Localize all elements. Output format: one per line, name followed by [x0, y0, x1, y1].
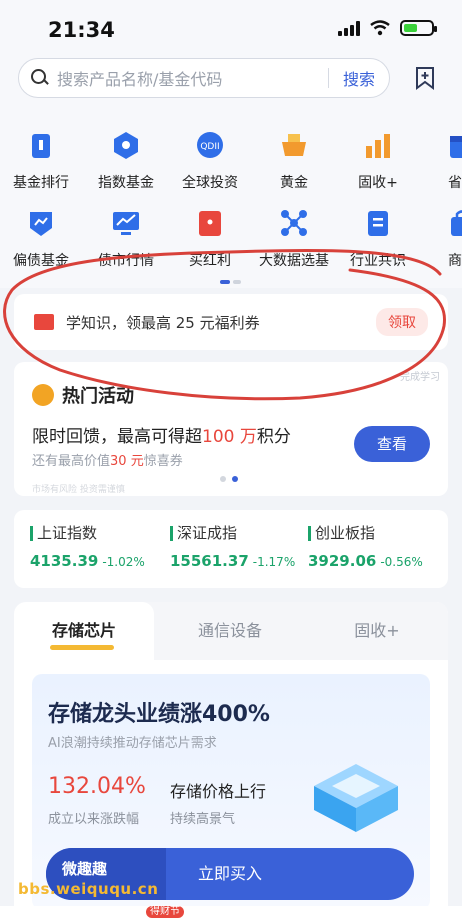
- index-name: 创业板指: [308, 526, 423, 541]
- search-row: 搜索产品名称/基金代码 搜索: [0, 58, 462, 112]
- index-value: 15561.37: [170, 552, 249, 570]
- fund-return-rate: 132.04%: [48, 774, 146, 799]
- menu-item-label: 债市行情: [98, 253, 154, 269]
- fund-feature: 存储价格上行: [170, 782, 267, 801]
- qdii-icon: QDII: [197, 132, 223, 158]
- chip-illustration-icon: [314, 764, 398, 832]
- menu-item-label: 全球投资: [182, 175, 238, 191]
- learn-coupon-banner[interactable]: 学知识，领最高 25 元福利券 领取: [14, 294, 448, 350]
- status-bar: 21:34: [0, 0, 462, 58]
- gold-icon: [282, 134, 306, 156]
- status-time: 21:34: [48, 18, 115, 42]
- fund-title: 存储龙头业绩涨400%: [48, 702, 270, 727]
- menu-item-label: 行业共识: [350, 253, 406, 269]
- menu-item-qdii[interactable]: QDII 全球投资: [170, 130, 250, 192]
- theme-tabs: 存储芯片 通信设备 固收+: [14, 602, 448, 660]
- index-value: 4135.39: [30, 552, 99, 570]
- dividend-icon: [199, 211, 221, 236]
- index-item[interactable]: 上证指数 4135.39 -1.02%: [30, 526, 145, 570]
- menu-item-bond-market[interactable]: 债市行情: [86, 208, 166, 270]
- ranking-icon: [32, 134, 50, 158]
- index-fund-icon: [114, 132, 138, 159]
- index-change: -1.17%: [252, 555, 296, 569]
- menu-item-gold[interactable]: 黄金: [254, 130, 334, 192]
- view-button[interactable]: 查看: [354, 426, 430, 462]
- big-data-icon: [281, 210, 307, 236]
- bottom-nav: [0, 906, 462, 920]
- svg-text:QDII: QDII: [200, 142, 219, 152]
- menu-item-bag[interactable]: 商品: [422, 208, 462, 270]
- search-placeholder: 搜索产品名称/基金代码: [57, 70, 223, 89]
- menu-item-ranking[interactable]: 基金排行: [1, 130, 81, 192]
- menu-item-label: 黄金: [280, 175, 308, 191]
- signal-icon: [338, 20, 360, 36]
- nav-festival-tag: 得财节: [146, 906, 184, 918]
- menu-item-fixed-income[interactable]: 固收+: [338, 130, 418, 192]
- fund-subtitle: AI浪潮持续推动存储芯片需求: [48, 736, 217, 751]
- menu-item-label: 大数据选基: [259, 253, 329, 269]
- search-icon: [31, 69, 49, 87]
- fund-feature-sub: 持续高景气: [170, 812, 236, 827]
- bag-icon: [451, 210, 462, 236]
- watermark-title: 微趣趣: [62, 860, 108, 878]
- activity-subline: 还有最高价值30 元惊喜券: [32, 454, 183, 469]
- index-change: -0.56%: [380, 555, 423, 569]
- menu-item-label: 固收+: [358, 175, 398, 191]
- tab-storage-chips[interactable]: 存储芯片: [14, 602, 154, 660]
- menu-item-label: 基金排行: [13, 175, 69, 191]
- bond-fund-icon: [30, 212, 52, 236]
- search-button[interactable]: 搜索: [329, 66, 389, 90]
- menu-item-label: 商品: [448, 253, 462, 269]
- index-name: 上证指数: [30, 526, 145, 541]
- index-name: 深证成指: [170, 526, 295, 541]
- menu-item-label: 买红利: [189, 253, 231, 269]
- buy-now-label: 立即买入: [198, 864, 263, 883]
- bond-market-icon: [113, 212, 139, 235]
- carousel-dots: [220, 476, 238, 482]
- watermark-url: bbs.weiququ.cn: [18, 880, 159, 898]
- hot-activity-card: 完成学习 热门活动 限时回馈，最高可得超100 万积分 还有最高价值30 元惊喜…: [14, 362, 448, 496]
- risk-notice: 市场有风险 投资需谨慎: [32, 485, 125, 495]
- fixed-income-icon: [366, 134, 390, 158]
- market-indices: 上证指数 4135.39 -1.02% 深证成指 15561.37 -1.17% 创…: [14, 510, 448, 588]
- menu-item-index-fund[interactable]: 指数基金: [86, 130, 166, 192]
- menu-item-label: 偏债基金: [13, 253, 69, 269]
- tab-fixed-income-plus[interactable]: 固收+: [306, 602, 448, 660]
- red-envelope-icon: [34, 314, 54, 330]
- menu-page-indicator: [220, 280, 242, 284]
- activity-hint: 完成学习: [400, 372, 440, 383]
- index-change: -1.02%: [102, 555, 145, 569]
- search-input[interactable]: 搜索产品名称/基金代码 搜索: [18, 58, 390, 98]
- fund-return-label: 成立以来涨跌幅: [48, 812, 140, 827]
- calendar-icon: [450, 136, 462, 158]
- menu-item-big-data[interactable]: 大数据选基: [254, 208, 334, 270]
- menu-item-label: 省心: [448, 175, 462, 191]
- claim-button[interactable]: 领取: [376, 308, 428, 336]
- activity-headline: 限时回馈，最高可得超100 万积分: [32, 427, 291, 447]
- menu-item-dividend[interactable]: 买红利: [170, 208, 250, 270]
- status-icons: [338, 20, 437, 36]
- tab-telecom-equipment[interactable]: 通信设备: [160, 602, 300, 660]
- promo-text: 学知识，领最高 25 元福利券: [66, 313, 260, 332]
- wifi-icon: [370, 20, 390, 36]
- battery-icon: [400, 20, 437, 36]
- menu-item-bond-fund[interactable]: 偏债基金: [1, 208, 81, 270]
- menu-item-industry[interactable]: 行业共识: [338, 208, 418, 270]
- activity-title: 热门活动: [62, 386, 134, 407]
- bookmark-add-icon[interactable]: [414, 66, 436, 90]
- industry-icon: [368, 211, 388, 236]
- index-item[interactable]: 深证成指 15561.37 -1.17%: [170, 526, 295, 570]
- activity-badge-icon: [32, 384, 54, 406]
- shortcut-grid: 基金排行 指数基金 QDII 全球投资 黄金 固收+ 省心偏债基金 债市行情 买红利 大数据选基 行…: [0, 112, 462, 288]
- menu-item-calendar[interactable]: 省心: [422, 130, 462, 192]
- menu-item-label: 指数基金: [98, 175, 154, 191]
- index-item[interactable]: 创业板指 3929.06 -0.56%: [308, 526, 423, 570]
- index-value: 3929.06: [308, 552, 377, 570]
